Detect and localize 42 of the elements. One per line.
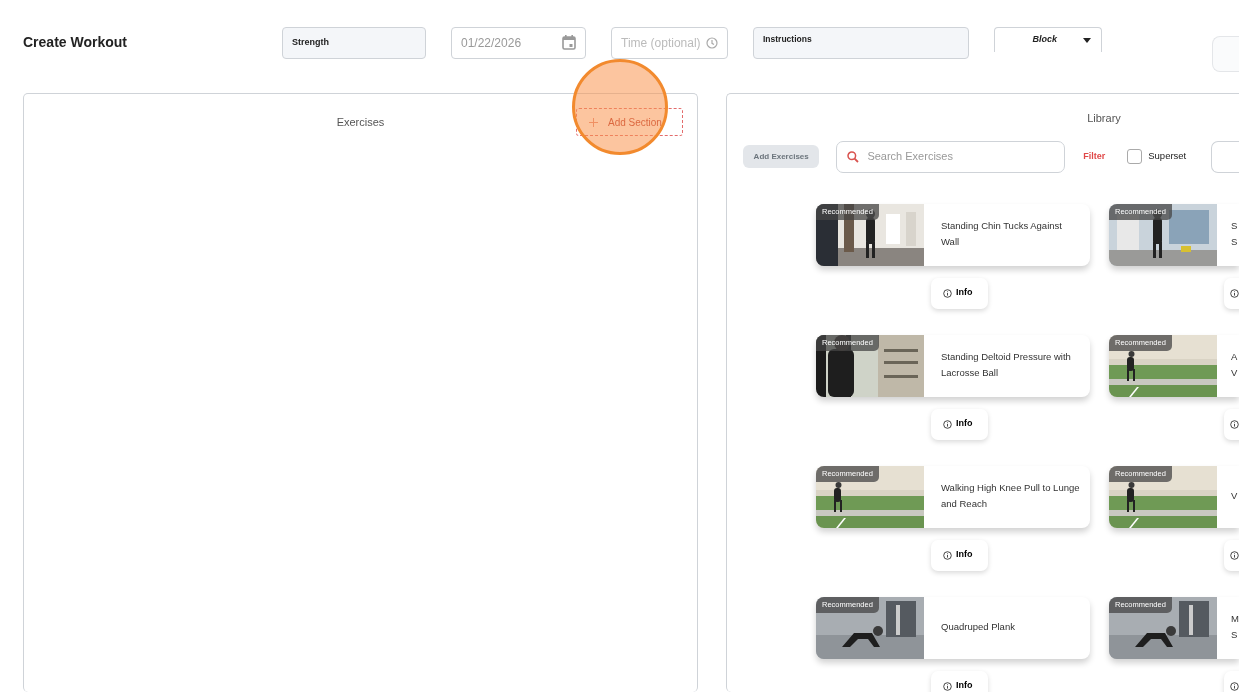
panel-title: Library [1087,112,1121,124]
info-icon [1230,550,1239,560]
caret-icon [1083,37,1091,43]
info-button[interactable]: Info [931,408,988,440]
exercise-title: Walking High Knee Pull to Lunge and Reach [940,480,1081,511]
filter-link[interactable]: Filter [1083,149,1106,164]
info-button[interactable]: Info [931,277,988,309]
info-button[interactable]: Info [931,539,988,571]
exercise-title: S S [1230,218,1239,249]
info-icon [943,419,952,429]
exercise-title: A V [1230,349,1239,380]
exercise-title: V [1230,488,1239,503]
info-icon [1230,419,1239,429]
info-icon [1230,681,1239,691]
calendar-icon [562,35,576,50]
instructions-field[interactable]: Instructions [753,26,969,59]
block-dropdown[interactable]: Block [994,27,1102,52]
select-field[interactable] [1211,140,1239,173]
exercise-title: Quadruped Plank [940,619,1016,634]
info-button[interactable] [1224,408,1239,440]
search-field[interactable]: Search Exercises [836,140,1066,173]
info-icon [943,681,952,691]
exercise-title: Standing Deltoid Pressure with Lacrosse Ball [940,349,1072,380]
exercise-title: M S [1230,611,1239,642]
panel-title: Exercises [336,116,385,128]
time-field[interactable]: Time (optional) [611,26,728,59]
info-button[interactable]: Info [931,670,988,692]
superset-checkbox[interactable] [1127,149,1143,164]
clock-icon [706,36,718,49]
info-icon [1230,288,1239,298]
page-title: Create Workout [23,33,128,52]
exercise-title: Standing Chin Tucks Against Wall [940,218,1063,249]
plus-icon [589,117,598,127]
superset-label: Superset [1148,149,1187,164]
info-button[interactable] [1224,277,1239,309]
workout-type-field[interactable]: Strength [282,26,426,59]
info-button[interactable] [1224,539,1239,571]
add-exercises-button[interactable]: Add Exercises [743,145,820,168]
time-field[interactable]: Time (optional) [621,33,701,52]
search-icon [847,150,860,163]
info-icon [943,550,952,560]
info-icon [943,288,952,298]
